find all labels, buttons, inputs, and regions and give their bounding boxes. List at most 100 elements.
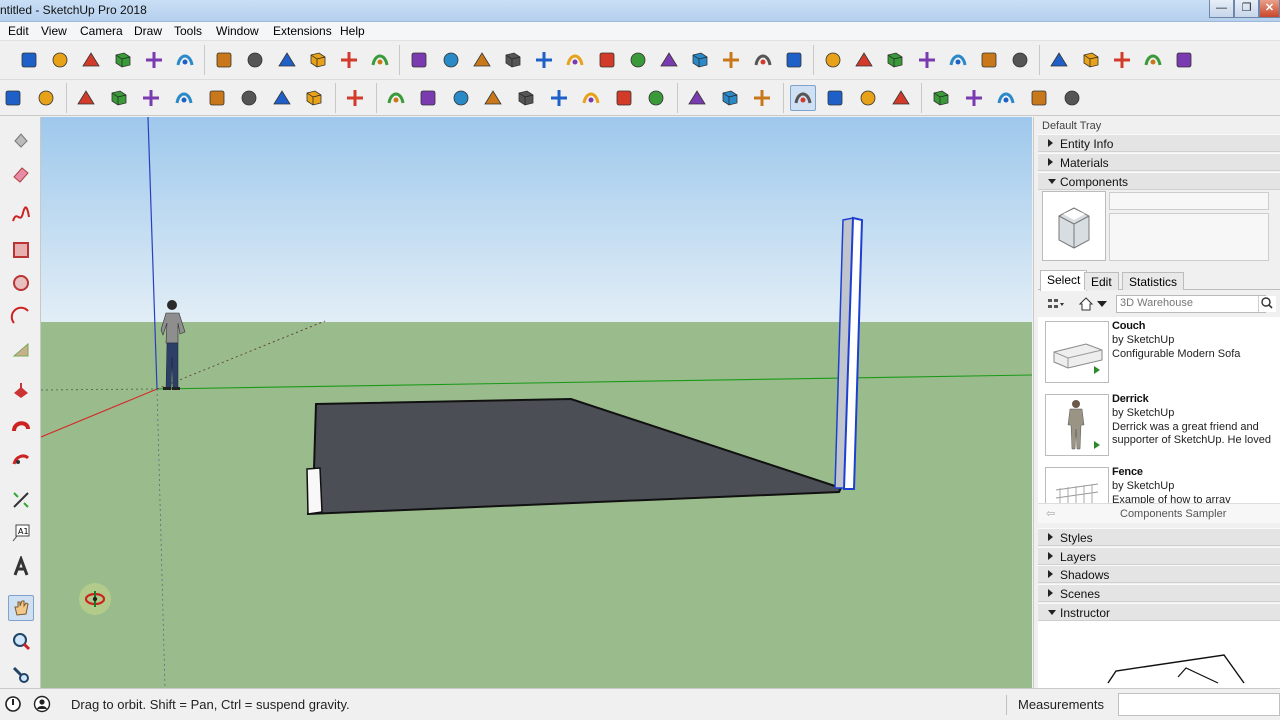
list-item-fence[interactable]: Fence by SketchUp Example of how to arra… bbox=[1038, 463, 1280, 503]
arc-icon[interactable] bbox=[8, 303, 34, 329]
sun2-icon[interactable] bbox=[594, 47, 620, 73]
arch-icon[interactable] bbox=[882, 47, 908, 73]
plus-icon[interactable] bbox=[781, 47, 807, 73]
axes-icon[interactable] bbox=[438, 47, 464, 73]
arrow-icon[interactable] bbox=[562, 47, 588, 73]
circle-icon[interactable] bbox=[8, 270, 34, 296]
freehand-icon[interactable] bbox=[8, 203, 34, 229]
view-iso-icon[interactable] bbox=[1046, 47, 1072, 73]
scale-icon[interactable] bbox=[643, 85, 669, 111]
search-input[interactable]: 3D Warehouse bbox=[1116, 295, 1266, 313]
menu-edit[interactable]: Edit bbox=[8, 24, 29, 38]
menu-camera[interactable]: Camera bbox=[80, 24, 123, 38]
left-post[interactable] bbox=[306, 467, 323, 515]
close-button[interactable]: ✕ bbox=[1259, 0, 1280, 18]
model-info-icon[interactable] bbox=[301, 85, 327, 111]
panel-materials[interactable]: Materials bbox=[1038, 153, 1280, 171]
box-icon[interactable] bbox=[336, 47, 362, 73]
protractor-icon[interactable] bbox=[469, 47, 495, 73]
shadow-icon[interactable] bbox=[78, 47, 104, 73]
menu-tools[interactable]: Tools bbox=[174, 24, 202, 38]
list-item-derrick[interactable]: Derrick by SketchUp Derrick was a great … bbox=[1038, 390, 1280, 460]
view-right-icon[interactable] bbox=[1140, 47, 1166, 73]
solar-icon[interactable] bbox=[820, 47, 846, 73]
view-front-icon[interactable] bbox=[1109, 47, 1135, 73]
paper-icon[interactable] bbox=[305, 47, 331, 73]
menu-window[interactable]: Window bbox=[216, 24, 259, 38]
move-icon[interactable] bbox=[578, 85, 604, 111]
minimize-button[interactable]: — bbox=[1209, 0, 1234, 18]
push-pull-icon[interactable] bbox=[513, 85, 539, 111]
cut-icon[interactable] bbox=[73, 85, 99, 111]
component-name-field[interactable] bbox=[1109, 192, 1269, 210]
ruby-icon[interactable] bbox=[928, 85, 954, 111]
eraser-tool-icon[interactable] bbox=[383, 85, 409, 111]
purple-shape-icon[interactable] bbox=[718, 47, 744, 73]
database-icon[interactable] bbox=[851, 47, 877, 73]
model-canvas[interactable] bbox=[41, 117, 1032, 688]
drawing-viewport[interactable] bbox=[41, 117, 1032, 688]
print-icon[interactable] bbox=[269, 85, 295, 111]
pan-icon[interactable] bbox=[822, 85, 848, 111]
purple-shape2-icon[interactable] bbox=[750, 47, 776, 73]
zoom-window-icon[interactable] bbox=[8, 662, 34, 688]
ruby3-icon[interactable] bbox=[1026, 85, 1052, 111]
rectangle-icon[interactable] bbox=[8, 237, 34, 263]
menu-view[interactable]: View bbox=[41, 24, 67, 38]
list-item-couch[interactable]: Couch by SketchUp Configurable Modern So… bbox=[1038, 317, 1280, 387]
tab-edit[interactable]: Edit bbox=[1084, 272, 1119, 290]
home-icon[interactable] bbox=[1078, 296, 1094, 315]
view-back-icon[interactable] bbox=[1171, 47, 1197, 73]
style-icon[interactable] bbox=[1059, 85, 1085, 111]
3d-text-icon[interactable] bbox=[8, 554, 34, 580]
zoom-icon[interactable] bbox=[855, 85, 881, 111]
export-icon[interactable] bbox=[993, 85, 1019, 111]
text-icon[interactable]: A1 bbox=[8, 520, 34, 546]
panel-instructor[interactable]: Instructor bbox=[1038, 603, 1280, 621]
undo-icon[interactable] bbox=[204, 85, 230, 111]
pencil-icon[interactable] bbox=[415, 85, 441, 111]
text-icon[interactable] bbox=[717, 85, 743, 111]
tape-measure-icon[interactable] bbox=[8, 487, 34, 513]
panel-scenes[interactable]: Scenes bbox=[1038, 584, 1280, 602]
globe-icon[interactable] bbox=[406, 47, 432, 73]
user-account-icon[interactable] bbox=[33, 695, 51, 716]
component-description-field[interactable] bbox=[1109, 213, 1269, 261]
search-icon[interactable] bbox=[1258, 296, 1276, 312]
snow-icon[interactable] bbox=[625, 47, 651, 73]
shape-icon[interactable] bbox=[480, 85, 506, 111]
navigation-dropdown-icon[interactable] bbox=[1096, 296, 1108, 315]
menu-extensions[interactable]: Extensions bbox=[273, 24, 332, 38]
arc-icon[interactable] bbox=[448, 85, 474, 111]
copy-icon[interactable] bbox=[106, 85, 132, 111]
panel-styles[interactable]: Styles bbox=[1038, 528, 1280, 546]
panel-shadows[interactable]: Shadows bbox=[1038, 565, 1280, 583]
menu-draw[interactable]: Draw bbox=[134, 24, 162, 38]
view-top-icon[interactable] bbox=[1078, 47, 1104, 73]
erase-icon[interactable] bbox=[171, 85, 197, 111]
pie-icon[interactable] bbox=[8, 336, 34, 362]
maximize-button[interactable]: ❐ bbox=[1234, 0, 1259, 18]
eraser-icon[interactable] bbox=[8, 161, 34, 187]
lines-icon[interactable] bbox=[914, 47, 940, 73]
tab-select[interactable]: Select bbox=[1040, 270, 1088, 291]
gear-icon[interactable] bbox=[976, 47, 1002, 73]
open-icon[interactable] bbox=[0, 85, 26, 111]
follow-me-icon[interactable] bbox=[546, 85, 572, 111]
back-arrow-icon[interactable]: ⇦ bbox=[1046, 507, 1055, 520]
zoom-extents-icon[interactable] bbox=[888, 85, 914, 111]
component-icon[interactable] bbox=[172, 47, 198, 73]
components-sampler-bar[interactable]: ⇦ Components Sampler bbox=[1038, 503, 1280, 523]
terrain-icon[interactable] bbox=[687, 47, 713, 73]
sketchup-logo-icon[interactable] bbox=[1007, 47, 1033, 73]
utm-icon[interactable] bbox=[500, 47, 526, 73]
save-icon[interactable] bbox=[33, 85, 59, 111]
select-tool-icon[interactable] bbox=[342, 85, 368, 111]
moon-icon[interactable] bbox=[110, 47, 136, 73]
paint-bucket-icon[interactable] bbox=[8, 127, 34, 153]
follow-me-icon[interactable] bbox=[8, 413, 34, 439]
redo-icon[interactable] bbox=[236, 85, 262, 111]
ruby2-icon[interactable] bbox=[961, 85, 987, 111]
pan-icon[interactable] bbox=[8, 595, 34, 621]
offset-icon[interactable] bbox=[8, 446, 34, 472]
